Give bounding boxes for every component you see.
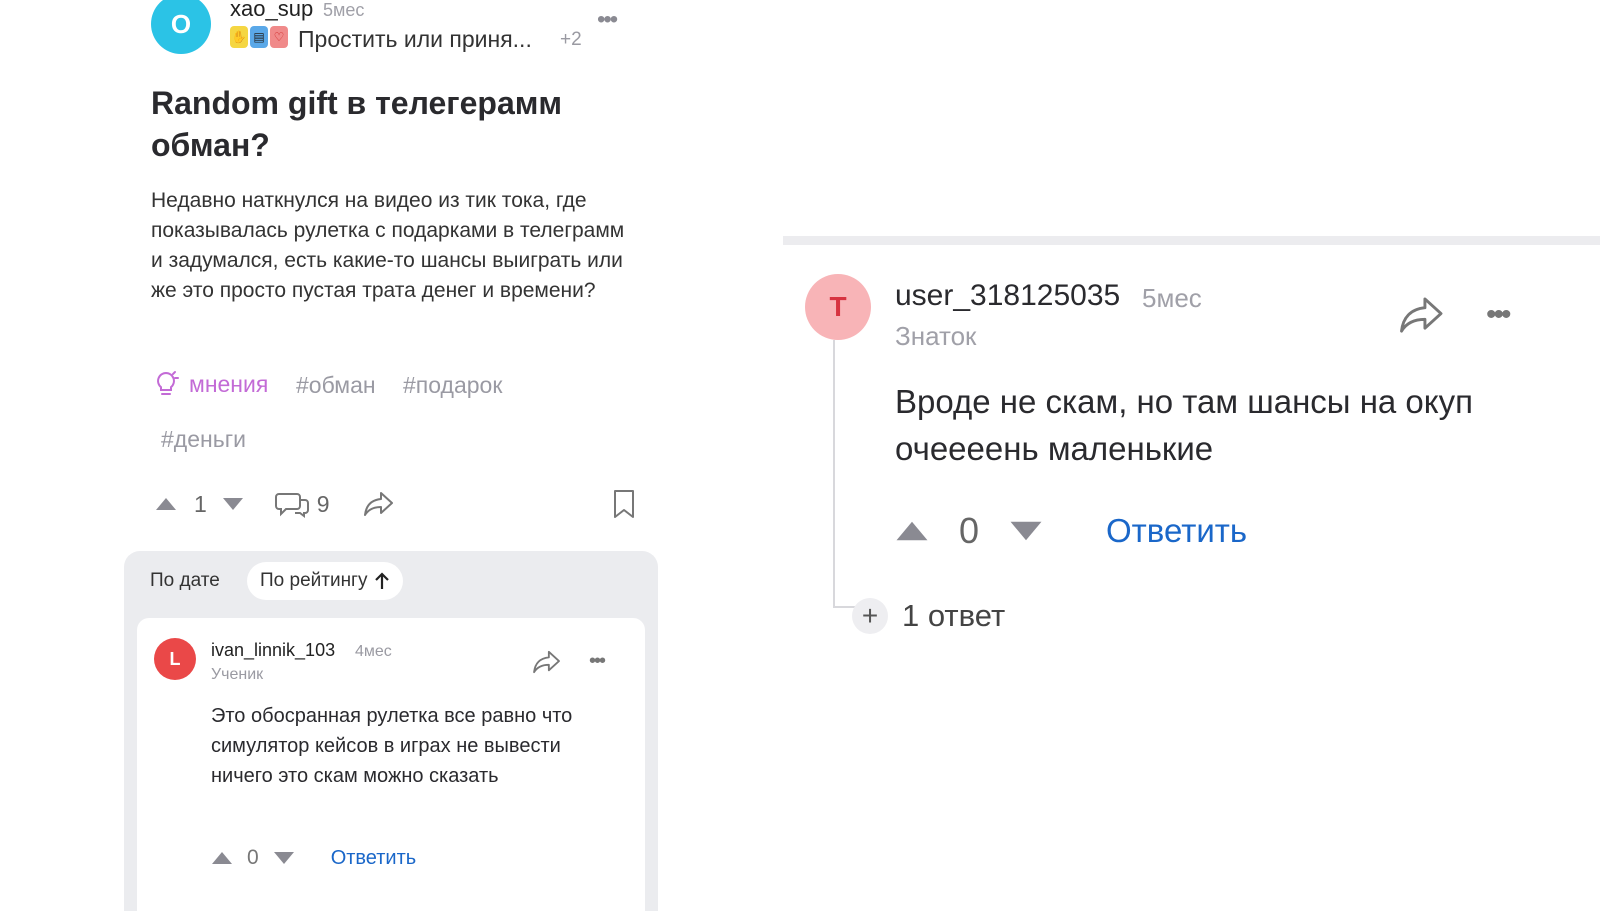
- commenter-name[interactable]: ivan_linnik_103: [211, 640, 335, 661]
- sort-by-date-button[interactable]: По дате: [137, 562, 233, 600]
- arrow-up-icon: [374, 572, 389, 589]
- post-title: Random gift в телегерамм обман?: [151, 85, 563, 163]
- subject-more-count[interactable]: +2: [560, 29, 582, 51]
- reply-button[interactable]: Ответить: [1106, 512, 1247, 550]
- author-name[interactable]: xao_sup: [230, 0, 313, 22]
- post-vote-count: 1: [194, 490, 207, 517]
- thread-line: [833, 340, 835, 608]
- zoom-comment-time: 5мес: [1142, 283, 1202, 313]
- heart-emoji-icon: ♡: [270, 26, 288, 48]
- comment-actions: 0 Ответить: [211, 846, 416, 870]
- emoji-icon: ▤: [250, 26, 268, 48]
- subject-link[interactable]: Простить или приня...: [298, 26, 532, 53]
- post-comment-count: 9: [316, 490, 330, 517]
- downvote-icon[interactable]: [273, 851, 295, 865]
- tag-opinion-label: мнения: [189, 370, 269, 397]
- zoom-commenter-name[interactable]: user_318125035: [895, 279, 1120, 313]
- commenter-avatar[interactable]: L: [154, 638, 196, 680]
- commenter-avatar-initial: L: [169, 648, 181, 669]
- downvote-icon[interactable]: [219, 497, 247, 511]
- zoom-comment-actions: 0: [895, 508, 1043, 554]
- comment-card: L ivan_linnik_103 4мес Ученик ••• Это об…: [137, 618, 645, 918]
- share-icon[interactable]: [1400, 296, 1444, 334]
- downvote-icon[interactable]: [1009, 520, 1043, 542]
- comments-icon[interactable]: [274, 490, 309, 518]
- expand-replies-icon[interactable]: +: [852, 598, 888, 634]
- more-options-icon[interactable]: •••: [597, 6, 618, 34]
- post-body: Недавно наткнулся на видео из тик тока, …: [151, 189, 625, 302]
- lightbulb-icon: [157, 371, 179, 395]
- post-time: 5мес: [323, 0, 365, 20]
- comment-vote-count: 0: [247, 846, 259, 869]
- sort-by-rating-button[interactable]: По рейтингу: [247, 562, 403, 600]
- author-avatar-initial: O: [170, 8, 192, 39]
- subject-emojis: ✋ ▤ ♡: [230, 26, 288, 48]
- commenter-rank: Ученик: [211, 666, 264, 683]
- upvote-icon[interactable]: [895, 520, 929, 542]
- more-options-icon[interactable]: •••: [1486, 298, 1511, 332]
- reply-button[interactable]: Ответить: [331, 847, 417, 870]
- emoji-icon: ✋: [230, 26, 248, 48]
- zoom-comment-text: Вроде не скам, но там шансы на окуп очее…: [895, 383, 1473, 467]
- comment-time: 4мес: [355, 643, 392, 660]
- share-icon[interactable]: [533, 650, 561, 674]
- tag-item[interactable]: #обман: [296, 372, 376, 399]
- tag-item[interactable]: #деньги: [161, 426, 246, 453]
- upvote-icon[interactable]: [211, 851, 233, 865]
- share-icon[interactable]: [363, 491, 394, 517]
- zoom-comment-vote-count: 0: [959, 510, 980, 551]
- post-actions: 1 9: [152, 488, 636, 520]
- zoom-commenter-avatar-initial: T: [829, 291, 847, 322]
- divider: [783, 236, 1600, 245]
- upvote-icon[interactable]: [152, 497, 180, 511]
- author-avatar[interactable]: O: [151, 0, 211, 54]
- zoom-commenter-avatar[interactable]: T: [805, 274, 871, 340]
- more-options-icon[interactable]: •••: [589, 650, 606, 673]
- replies-count-link[interactable]: 1 ответ: [902, 598, 1005, 634]
- zoom-commenter-rank: Знаток: [895, 321, 977, 351]
- sort-by-rating-label: По рейтингу: [260, 570, 368, 591]
- tag-opinion[interactable]: мнения: [153, 370, 268, 398]
- comments-panel: По дате По рейтингу L ivan_linnik_103 4м…: [124, 551, 658, 918]
- bookmark-icon[interactable]: [612, 489, 636, 519]
- comment-text: Это обосранная рулетка все равно что сим…: [211, 705, 573, 787]
- tag-item[interactable]: #подарок: [403, 372, 502, 399]
